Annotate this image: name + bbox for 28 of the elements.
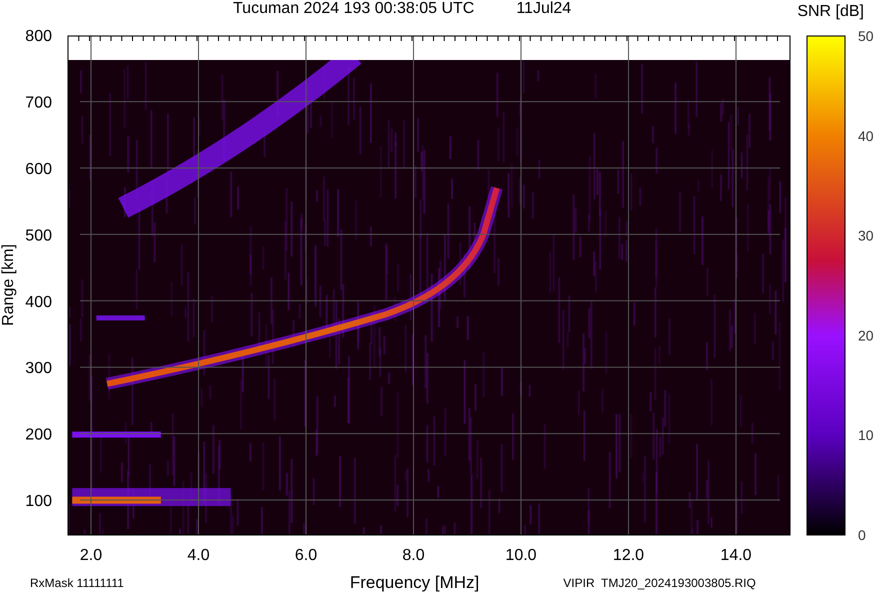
y-axis-label: Range [km] <box>0 244 17 326</box>
x-tick-label: 10.0 <box>505 547 537 564</box>
colorbar-title: SNR [dB] <box>797 3 864 21</box>
plot-title: Tucuman 2024 193 00:38:05 UTC <box>233 0 474 18</box>
colorbar-tick-label: 30 <box>858 228 874 244</box>
x-tick-label: 8.0 <box>402 547 425 564</box>
x-tick-label: 4.0 <box>187 547 210 564</box>
x-tick-label: 12.0 <box>612 547 644 564</box>
y-tick-label: 200 <box>25 426 52 444</box>
plot-date: 11Jul24 <box>516 0 572 18</box>
x-axis-label: Frequency [MHz] <box>350 572 480 592</box>
y-tick-label: 700 <box>25 94 52 112</box>
y-tick-label: 100 <box>25 493 52 510</box>
y-tick-label: 800 <box>25 28 52 46</box>
x-tick-label: 6.0 <box>294 547 318 564</box>
y-tick-label: 400 <box>25 294 52 311</box>
colorbar-tick-label: 10 <box>858 427 874 444</box>
y-tick-label: 300 <box>25 360 52 378</box>
x-tick-label: 14.0 <box>720 547 752 564</box>
y-tick-label: 600 <box>25 161 52 178</box>
file-name-label: VIPIR TMJ20_2024193003805.RIQ <box>563 576 756 590</box>
colorbar-tick-label: 0 <box>858 527 866 543</box>
y-tick-label: 500 <box>25 227 52 244</box>
colorbar-tick-label: 50 <box>858 28 874 44</box>
colorbar-tick-label: 40 <box>858 128 874 144</box>
x-tick-label: 2.0 <box>80 547 102 564</box>
rx-mask-label: RxMask 11111111 <box>30 576 124 590</box>
colorbar-tick-label: 20 <box>858 327 874 344</box>
